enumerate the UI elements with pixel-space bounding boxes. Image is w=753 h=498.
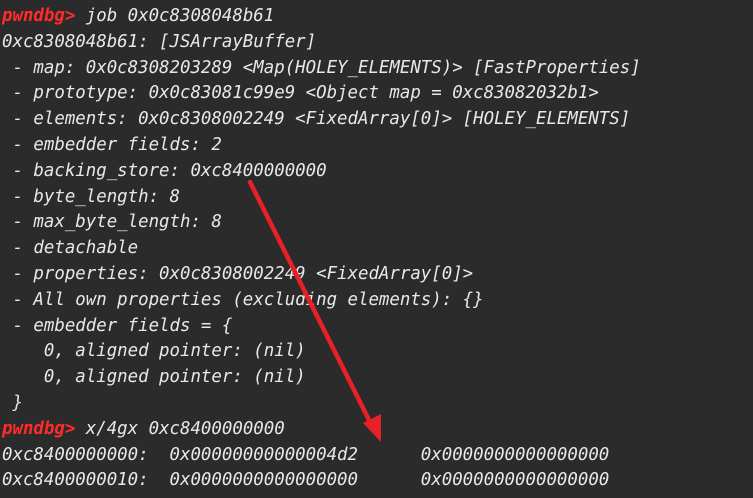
backing-store-line: - backing_store: 0xc8400000000 (2, 160, 327, 181)
terminal-line: - All own properties (excluding elements… (2, 289, 484, 310)
terminal-line: pwndbg> x/4gx 0xc8400000000 (0, 417, 753, 443)
terminal-line: - properties: 0x0c8308002249 <FixedArray… (2, 263, 474, 284)
terminal-line: - embedder fields: 2 (2, 134, 222, 155)
terminal-line: - detachable (2, 238, 139, 259)
terminal-line: - prototype: 0x0c83081c99e9 <Object map … (2, 83, 599, 104)
memory-dump-line: 0xc8400000010: 0x0000000000000000 0x0000… (2, 470, 610, 491)
terminal-line: } (2, 392, 23, 413)
command-text: x/4gx 0xc8400000000 (75, 418, 285, 439)
terminal-line: - map: 0x0c8308203289 <Map(HOLEY_ELEMENT… (2, 57, 641, 78)
prompt-label: pwndbg> (2, 418, 76, 439)
terminal-line: 0xc8308048b61: [JSArrayBuffer] (2, 31, 317, 52)
terminal-line: - embedder fields = { (2, 315, 233, 336)
terminal-line: 0, aligned pointer: (nil) (2, 341, 306, 362)
terminal-line: - max_byte_length: 8 (2, 212, 222, 233)
terminal-line: pwndbg> job 0x0c8308048b61 (0, 4, 753, 30)
terminal-line: 0, aligned pointer: (nil) (2, 367, 306, 388)
terminal-line: - byte_length: 8 (2, 186, 180, 207)
prompt-label: pwndbg> (2, 6, 76, 26)
terminal-line: - elements: 0x0c8308002249 <FixedArray[0… (2, 109, 631, 130)
command-text: job 0x0c8308048b61 (75, 6, 275, 26)
memory-dump-line: 0xc8400000000: 0x00000000000004d2 0x0000… (2, 444, 610, 465)
terminal-window[interactable]: pwndbg> job 0x0c8308048b61 0xc8308048b61… (0, 0, 753, 498)
